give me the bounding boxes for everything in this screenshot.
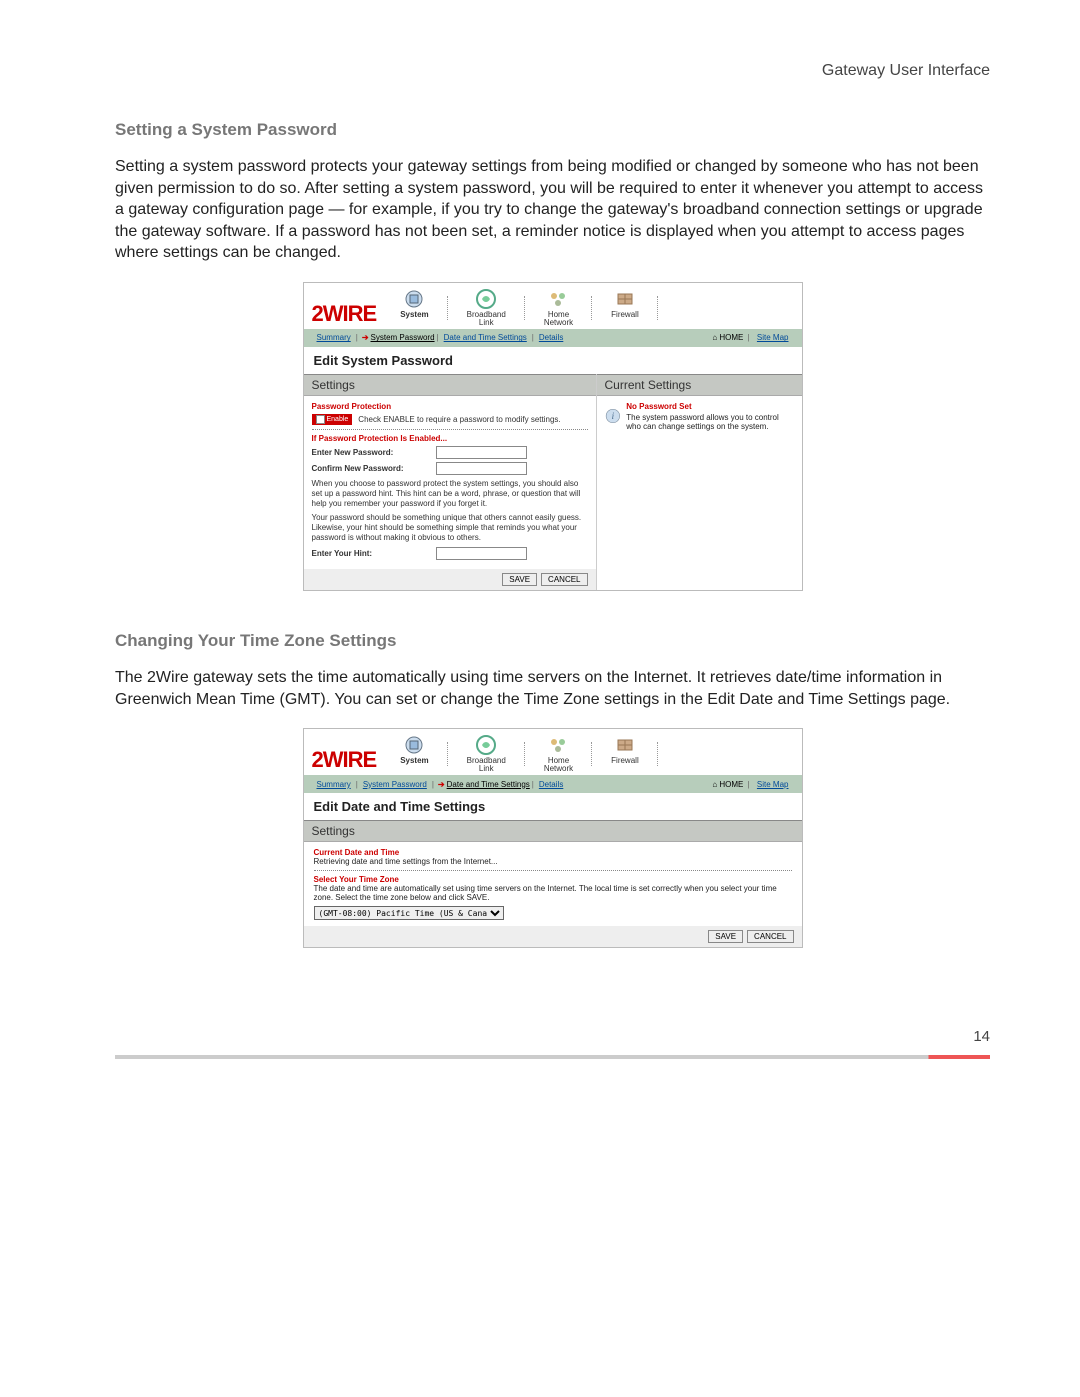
subnav-details[interactable]: Details xyxy=(539,333,563,342)
firewall-icon xyxy=(615,735,635,755)
confirm-password-label: Confirm New Password: xyxy=(312,464,430,473)
password-protection-label: Password Protection xyxy=(312,402,588,411)
subnav-2: Summary | System Password | ➔ Date and T… xyxy=(304,775,802,793)
tab-system[interactable]: System xyxy=(392,289,436,327)
subnav-details-2[interactable]: Details xyxy=(539,780,563,789)
page-title-2: Edit Date and Time Settings xyxy=(304,793,802,820)
enable-desc: Check ENABLE to require a password to mo… xyxy=(358,415,560,424)
tab-broadband[interactable]: Broadband Link xyxy=(459,289,514,327)
tab-system-2[interactable]: System xyxy=(392,735,436,773)
brand-logo: 2WIRE xyxy=(312,301,377,327)
section-title-password: Setting a System Password xyxy=(115,120,990,140)
settings-header-2: Settings xyxy=(304,820,802,842)
broadband-icon xyxy=(476,735,496,755)
home-network-icon xyxy=(548,735,568,755)
enable-checkbox[interactable]: Enable xyxy=(312,414,353,425)
retrieving-text: Retrieving date and time settings from t… xyxy=(314,857,792,866)
current-settings-header: Current Settings xyxy=(597,374,802,396)
subnav: Summary | ➔ System Password | Date and T… xyxy=(304,329,802,347)
current-date-time-label: Current Date and Time xyxy=(314,848,792,857)
page-number: 14 xyxy=(115,1028,990,1045)
confirm-password-input[interactable] xyxy=(436,462,527,475)
cancel-button-2[interactable]: CANCEL xyxy=(747,930,793,943)
subnav-system-password[interactable]: System Password xyxy=(371,333,435,342)
figure-timezone: 2WIRE System Broadband Link Home Networ xyxy=(115,728,990,948)
tab-broadband-2[interactable]: Broadband Link xyxy=(459,735,514,773)
broadband-icon xyxy=(476,289,496,309)
cancel-button[interactable]: CANCEL xyxy=(541,573,587,586)
hint-paragraph-1: When you choose to password protect the … xyxy=(312,479,588,509)
tab-firewall[interactable]: Firewall xyxy=(603,289,647,327)
tz-body-text: The date and time are automatically set … xyxy=(314,884,792,902)
system-icon xyxy=(404,289,424,309)
subnav-sitemap-2[interactable]: Site Map xyxy=(757,780,789,789)
enter-hint-label: Enter Your Hint: xyxy=(312,549,430,558)
save-button[interactable]: SAVE xyxy=(502,573,537,586)
subnav-summary[interactable]: Summary xyxy=(317,333,351,342)
section-title-timezone: Changing Your Time Zone Settings xyxy=(115,631,990,651)
subnav-date-time-2[interactable]: Date and Time Settings xyxy=(447,780,530,789)
footer-rule xyxy=(115,1055,990,1059)
section-body-timezone: The 2Wire gateway sets the time automati… xyxy=(115,667,990,710)
timezone-select[interactable]: (GMT-08:00) Pacific Time (US & Canada); … xyxy=(314,906,504,920)
page-header: Gateway User Interface xyxy=(115,62,990,80)
no-password-body: The system password allows you to contro… xyxy=(626,413,779,431)
tab-home-network-2[interactable]: Home Network xyxy=(536,735,581,773)
no-password-label: No Password Set xyxy=(626,402,793,411)
select-tz-label: Select Your Time Zone xyxy=(314,875,792,884)
hint-paragraph-2: Your password should be something unique… xyxy=(312,513,588,543)
subnav-home[interactable]: HOME xyxy=(719,333,743,342)
if-enabled-label: If Password Protection Is Enabled... xyxy=(312,434,588,443)
tab-home-network[interactable]: Home Network xyxy=(536,289,581,327)
section-body-password: Setting a system password protects your … xyxy=(115,156,990,264)
new-password-input[interactable] xyxy=(436,446,527,459)
page-title: Edit System Password xyxy=(304,347,802,374)
info-icon: i xyxy=(605,402,621,430)
subnav-summary-2[interactable]: Summary xyxy=(317,780,351,789)
tab-firewall-2[interactable]: Firewall xyxy=(603,735,647,773)
home-network-icon xyxy=(548,289,568,309)
new-password-label: Enter New Password: xyxy=(312,448,430,457)
system-icon xyxy=(404,735,424,755)
subnav-date-time[interactable]: Date and Time Settings xyxy=(444,333,527,342)
brand-logo-2: 2WIRE xyxy=(312,747,377,773)
hint-input[interactable] xyxy=(436,547,527,560)
save-button-2[interactable]: SAVE xyxy=(708,930,743,943)
subnav-system-password-2[interactable]: System Password xyxy=(363,780,427,789)
firewall-icon xyxy=(615,289,635,309)
subnav-home-2[interactable]: HOME xyxy=(719,780,743,789)
figure-password: 2WIRE System Broadband Link Home Networ xyxy=(115,282,990,591)
subnav-sitemap[interactable]: Site Map xyxy=(757,333,789,342)
settings-header: Settings xyxy=(304,374,596,396)
